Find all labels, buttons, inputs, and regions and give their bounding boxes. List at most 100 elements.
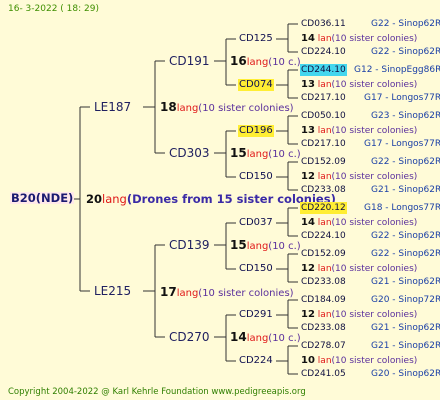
ancestor-2-info: G22 - Sinop62R (371, 47, 440, 57)
grandparent-1-detail: (10 c.) (268, 57, 301, 68)
great-grandparent-2[interactable]: CD074 (238, 79, 274, 91)
grandparent-2-number: 15 (230, 146, 247, 160)
ancestor-15-info: G21 - Sinop62R (371, 341, 440, 351)
great-grandparent-3-mating: 13 lan(10 sister colonies) (301, 125, 417, 137)
grandparent-3-mating: 15lang(10 c.) (230, 239, 301, 253)
ancestor-10-info: G22 - Sinop62R (371, 231, 440, 241)
great-grandparent-6-lang: lan (317, 264, 332, 274)
ancestor-11[interactable]: CD152.09 (301, 248, 346, 260)
ancestor-5[interactable]: CD050.10 (301, 110, 346, 122)
grandparent-3-number: 15 (230, 238, 247, 252)
great-grandparent-7-lang: lan (317, 310, 332, 320)
ancestor-15[interactable]: CD278.07 (301, 340, 346, 352)
great-grandparent-3-detail: (10 sister colonies) (331, 126, 418, 136)
great-grandparent-6-detail: (10 sister colonies) (331, 264, 418, 274)
parent-bottom-mating: 17lang(10 sister colonies) (160, 286, 294, 300)
grandparent-3[interactable]: CD139 (169, 239, 210, 251)
ancestor-13-info: G20 - Sinop72R (371, 295, 440, 305)
great-grandparent-8-mating: 10 lan(10 sister colonies) (301, 355, 417, 367)
great-grandparent-1-detail: (10 sister colonies) (331, 34, 418, 44)
ancestor-13[interactable]: CD184.09 (301, 294, 346, 306)
ancestor-11-info: G22 - Sinop62R (371, 249, 440, 259)
great-grandparent-5[interactable]: CD037 (239, 217, 273, 229)
ancestor-10[interactable]: CD224.10 (301, 230, 346, 242)
great-grandparent-5-mating: 14 lan(10 sister colonies) (301, 217, 417, 229)
great-grandparent-6[interactable]: CD150 (239, 263, 273, 275)
parent-top-mating: 18lang(10 sister colonies) (160, 101, 294, 115)
ancestor-12[interactable]: CD233.08 (301, 276, 346, 288)
pedigree-page: { "header": {"date": "16- 3-2022 ( 18: 2… (0, 0, 440, 400)
parent-top[interactable]: LE187 (94, 101, 131, 113)
great-grandparent-2-number: 13 (301, 79, 315, 90)
grandparent-1-number: 16 (230, 54, 247, 68)
ancestor-3[interactable]: CD244.10 (300, 64, 347, 76)
ancestor-14-info: G21 - Sinop62R (371, 323, 440, 333)
grandparent-2[interactable]: CD303 (169, 147, 210, 159)
great-grandparent-8-detail: (10 sister colonies) (331, 356, 418, 366)
great-grandparent-7-number: 12 (301, 309, 315, 320)
parent-bottom[interactable]: LE215 (94, 285, 131, 297)
great-grandparent-7[interactable]: CD291 (239, 309, 273, 321)
great-grandparent-5-detail: (10 sister colonies) (331, 218, 418, 228)
root-mating-number: 20 (86, 192, 103, 206)
great-grandparent-4-mating: 12 lan(10 sister colonies) (301, 171, 417, 183)
grandparent-2-detail: (10 c.) (268, 149, 301, 160)
parent-top-number: 18 (160, 100, 177, 114)
ancestor-6[interactable]: CD217.10 (301, 138, 346, 150)
great-grandparent-6-number: 12 (301, 263, 315, 274)
grandparent-1[interactable]: CD191 (169, 55, 210, 67)
ancestor-2[interactable]: CD224.10 (301, 46, 346, 58)
great-grandparent-3-lang: lan (317, 126, 332, 136)
root-queen[interactable]: B20(NDE) (10, 192, 75, 204)
great-grandparent-8-number: 10 (301, 355, 315, 366)
parent-top-detail: (10 sister colonies) (198, 103, 294, 114)
great-grandparent-5-lang: lan (317, 218, 332, 228)
ancestor-1-info: G22 - Sinop62R (371, 19, 440, 29)
great-grandparent-2-detail: (10 sister colonies) (331, 80, 418, 90)
ancestor-1[interactable]: CD036.11 (301, 18, 346, 30)
grandparent-2-mating: 15lang(10 c.) (230, 147, 301, 161)
root-mating-info: 20lang(Drones from 15 sister colonies) (86, 193, 336, 205)
grandparent-4-lang: lang (246, 333, 269, 344)
timestamp: 16- 3-2022 ( 18: 29) (8, 4, 99, 14)
ancestor-6-info: G17 - Longos77R (364, 139, 440, 149)
great-grandparent-7-mating: 12 lan(10 sister colonies) (301, 309, 417, 321)
great-grandparent-8-lang: lan (317, 356, 332, 366)
grandparent-4-number: 14 (230, 330, 247, 344)
ancestor-9-info: G18 - Longos77R (364, 203, 440, 213)
grandparent-1-mating: 16lang(10 c.) (230, 55, 301, 69)
ancestor-8[interactable]: CD233.08 (301, 184, 346, 196)
parent-bottom-number: 17 (160, 285, 177, 299)
great-grandparent-4-detail: (10 sister colonies) (331, 172, 418, 182)
ancestor-14[interactable]: CD233.08 (301, 322, 346, 334)
parent-top-lang: lang (176, 103, 199, 114)
copyright-footer: Copyright 2004-2022 @ Karl Kehrle Founda… (8, 387, 306, 397)
grandparent-4-detail: (10 c.) (268, 333, 301, 344)
ancestor-8-info: G21 - Sinop62R (371, 185, 440, 195)
ancestor-9[interactable]: CD220.12 (300, 202, 347, 214)
grandparent-3-lang: lang (246, 241, 269, 252)
great-grandparent-7-detail: (10 sister colonies) (331, 310, 418, 320)
great-grandparent-4-number: 12 (301, 171, 315, 182)
great-grandparent-3-number: 13 (301, 125, 315, 136)
ancestor-16-info: G20 - Sinop62R (371, 369, 440, 379)
great-grandparent-8[interactable]: CD224 (239, 355, 273, 367)
grandparent-2-lang: lang (246, 149, 269, 160)
parent-bottom-lang: lang (176, 288, 199, 299)
ancestor-4[interactable]: CD217.10 (301, 92, 346, 104)
great-grandparent-4[interactable]: CD150 (239, 171, 273, 183)
great-grandparent-2-mating: 13 lan(10 sister colonies) (301, 79, 417, 91)
great-grandparent-1-lang: lan (317, 34, 332, 44)
great-grandparent-6-mating: 12 lan(10 sister colonies) (301, 263, 417, 275)
ancestor-7-info: G22 - Sinop62R (371, 157, 440, 167)
great-grandparent-1-number: 14 (301, 33, 315, 44)
grandparent-4[interactable]: CD270 (169, 331, 210, 343)
great-grandparent-1[interactable]: CD125 (239, 33, 273, 45)
ancestor-16[interactable]: CD241.05 (301, 368, 346, 380)
ancestor-3-info: G12 - SinopEgg86R (354, 65, 440, 75)
grandparent-3-detail: (10 c.) (268, 241, 301, 252)
great-grandparent-3[interactable]: CD196 (238, 125, 274, 137)
great-grandparent-1-mating: 14 lan(10 sister colonies) (301, 33, 417, 45)
ancestor-12-info: G21 - Sinop62R (371, 277, 440, 287)
ancestor-7[interactable]: CD152.09 (301, 156, 346, 168)
